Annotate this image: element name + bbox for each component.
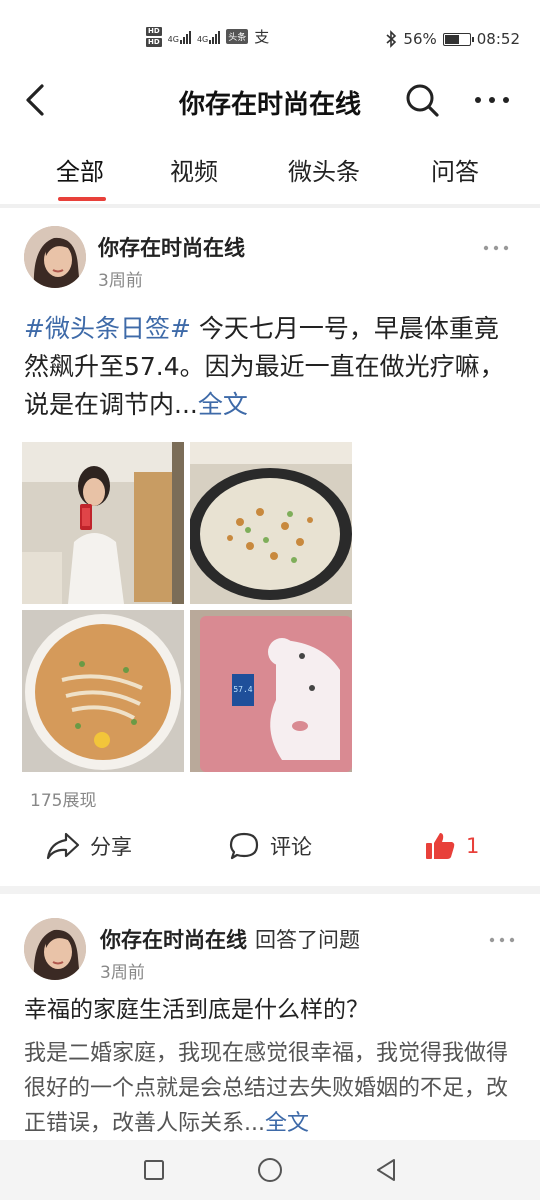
post-time: 3周前 <box>100 963 145 983</box>
avatar[interactable] <box>24 918 86 980</box>
status-left: HD HD 4G 4G 头条 支 <box>146 26 269 47</box>
share-label: 分享 <box>90 835 132 859</box>
more-button[interactable] <box>470 80 514 120</box>
divider <box>0 204 540 208</box>
system-nav-bar <box>0 1140 540 1200</box>
home-button[interactable] <box>254 1154 286 1186</box>
status-bar: HD HD 4G 4G 头条 支 56% 08:52 <box>0 0 540 76</box>
post-text[interactable]: #微头条日签# 今天七月一号，早晨体重竟然飙升至57.4。因为最近一直在做光疗嘛… <box>24 310 516 424</box>
active-tab-indicator <box>58 197 106 201</box>
tab-all[interactable]: 全部 <box>56 152 104 187</box>
alipay-icon: 支 <box>254 28 270 46</box>
network-indicator: 4G <box>196 30 221 44</box>
mirror-selfie-photo[interactable] <box>22 442 184 604</box>
like-count: 1 <box>466 834 480 858</box>
hd-badge: HD <box>146 37 162 47</box>
pan-cooking-photo[interactable] <box>190 442 352 604</box>
more-horizontal-icon <box>475 97 509 103</box>
signal-icon <box>209 30 221 44</box>
view-count: 175展现 <box>30 791 97 811</box>
full-text-link[interactable]: 全文 <box>198 390 248 419</box>
tab-micro-posts[interactable]: 微头条 <box>288 152 360 187</box>
battery-fill <box>444 34 460 44</box>
recent-apps-button[interactable] <box>138 1154 170 1186</box>
status-right: 56% 08:52 <box>385 30 520 48</box>
more-horizontal-icon <box>483 245 509 251</box>
battery-percent: 56% <box>403 30 437 48</box>
network-label: 4G <box>167 34 179 44</box>
post-time: 3周前 <box>98 271 143 291</box>
tab-videos[interactable]: 视频 <box>170 152 218 187</box>
post-author[interactable]: 你存在时尚在线 回答了问题 <box>100 924 360 954</box>
post-menu-button[interactable] <box>484 930 524 950</box>
network-indicator: 4G <box>168 30 191 44</box>
noodle-soup-photo[interactable] <box>22 610 184 772</box>
thumbs-up-icon <box>426 833 455 859</box>
post-author-name[interactable]: 你存在时尚在线 <box>100 928 247 952</box>
tab-qa[interactable]: 问答 <box>431 152 479 187</box>
full-text-link[interactable]: 全文 <box>265 1111 309 1136</box>
signal-icon <box>179 30 191 44</box>
scale-reading: 57.4 <box>233 685 253 694</box>
avatar-image <box>24 918 86 980</box>
post-action-label: 回答了问题 <box>255 928 360 952</box>
scale-reading-photo[interactable]: 57.4 <box>190 610 352 772</box>
triangle-back-icon <box>377 1159 395 1181</box>
battery-icon <box>442 32 474 46</box>
comment-label: 评论 <box>270 835 312 859</box>
hashtag-link[interactable]: #微头条日签# <box>24 314 191 343</box>
divider <box>0 886 540 894</box>
square-icon <box>144 1160 164 1180</box>
avatar-image <box>24 226 86 288</box>
post-menu-button[interactable] <box>478 238 518 258</box>
comment-icon <box>229 832 259 860</box>
content-tabs: 全部 视频 微头条 问答 <box>0 140 540 208</box>
system-back-button[interactable] <box>370 1154 402 1186</box>
circle-icon <box>258 1158 282 1182</box>
bluetooth-icon <box>386 30 397 48</box>
network-label: 4G <box>196 34 209 44</box>
post-author[interactable]: 你存在时尚在线 <box>98 232 245 262</box>
share-button[interactable]: 分享 <box>46 828 132 864</box>
like-button[interactable]: 1 <box>424 828 479 864</box>
question-title[interactable]: 幸福的家庭生活到底是什么样的？ <box>24 990 369 1024</box>
search-button[interactable] <box>402 80 442 120</box>
hd-badges: HD HD <box>146 26 162 47</box>
page-title: 你存在时尚在线 <box>178 90 361 120</box>
avatar[interactable] <box>24 226 86 288</box>
photo-grid: 57.4 <box>22 442 352 772</box>
search-icon <box>406 84 439 117</box>
profile-header: 你存在时尚在线 <box>0 76 540 126</box>
share-icon <box>46 832 80 860</box>
clock: 08:52 <box>476 30 520 48</box>
more-horizontal-icon <box>489 937 515 943</box>
answer-excerpt[interactable]: 我是二婚家庭，我现在感觉很幸福，我觉得我做得很好的一个点就是会总结过去失败婚姻的… <box>24 1036 516 1141</box>
toutiao-app-badge: 头条 <box>226 29 249 44</box>
comment-button[interactable]: 评论 <box>228 828 312 864</box>
hd-badge: HD <box>146 26 162 36</box>
